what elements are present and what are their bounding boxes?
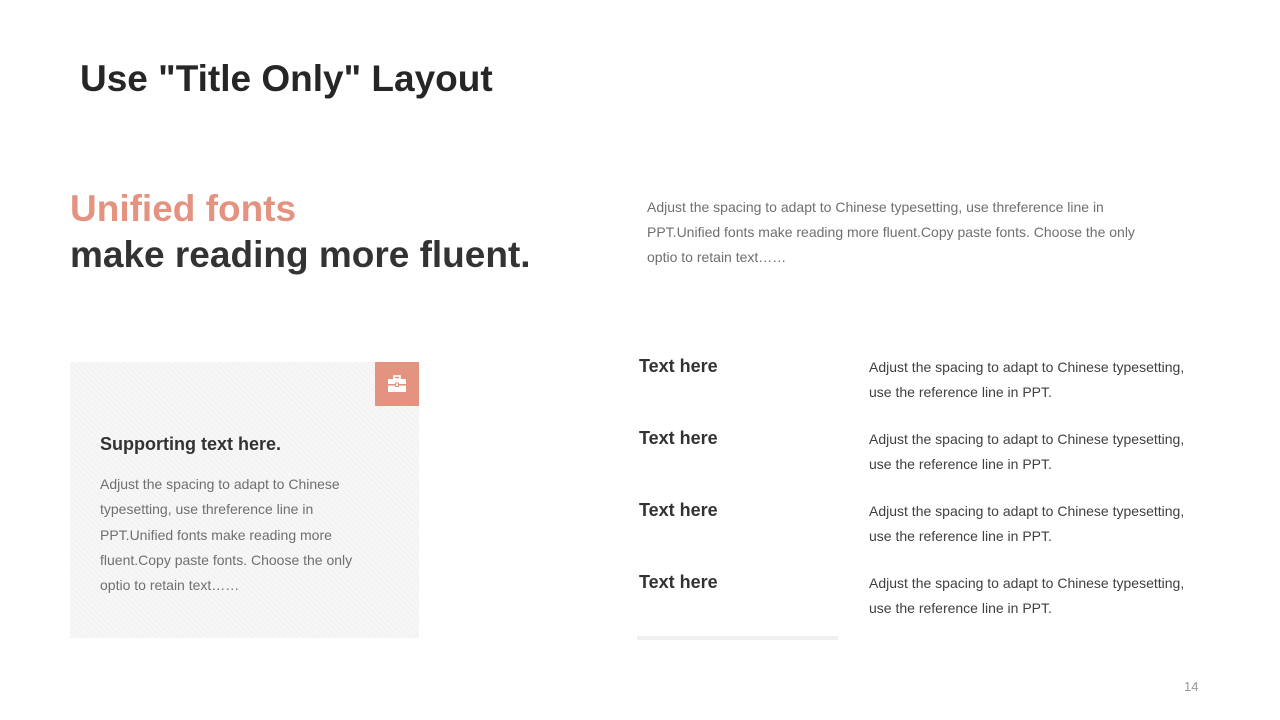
- list-item-label: Text here: [639, 572, 718, 592]
- list-item-description: Adjust the spacing to adapt to Chinese t…: [869, 575, 1185, 616]
- list-item: Text here Adjust the spacing to adapt to…: [639, 498, 1199, 570]
- briefcase-icon: [388, 375, 406, 392]
- card-icon-box: [375, 362, 419, 406]
- list-divider: [637, 636, 838, 640]
- headline: Unified fonts make reading more fluent.: [70, 186, 531, 278]
- page-number: 14: [1184, 679, 1199, 694]
- list-item: Text here Adjust the spacing to adapt to…: [639, 426, 1199, 498]
- text-list: Text here Adjust the spacing to adapt to…: [639, 354, 1199, 642]
- list-item-label: Text here: [639, 356, 718, 376]
- headline-main: make reading more fluent.: [70, 234, 531, 275]
- list-item-description: Adjust the spacing to adapt to Chinese t…: [869, 431, 1185, 472]
- card-body: Adjust the spacing to adapt to Chinese t…: [100, 476, 353, 594]
- card-title: Supporting text here.: [100, 434, 282, 454]
- list-item-label: Text here: [639, 428, 718, 448]
- list-item-description: Adjust the spacing to adapt to Chinese t…: [869, 503, 1185, 544]
- list-item-description: Adjust the spacing to adapt to Chinese t…: [869, 359, 1185, 400]
- list-item: Text here Adjust the spacing to adapt to…: [639, 570, 1199, 642]
- slide-title: Use "Title Only" Layout: [80, 58, 493, 99]
- supporting-card: Supporting text here. Adjust the spacing…: [70, 362, 419, 638]
- slide: Use "Title Only" Layout Unified fonts ma…: [0, 0, 1280, 720]
- list-item: Text here Adjust the spacing to adapt to…: [639, 354, 1199, 426]
- intro-paragraph: Adjust the spacing to adapt to Chinese t…: [647, 199, 1135, 265]
- headline-accent: Unified fonts: [70, 188, 297, 229]
- list-item-label: Text here: [639, 500, 718, 520]
